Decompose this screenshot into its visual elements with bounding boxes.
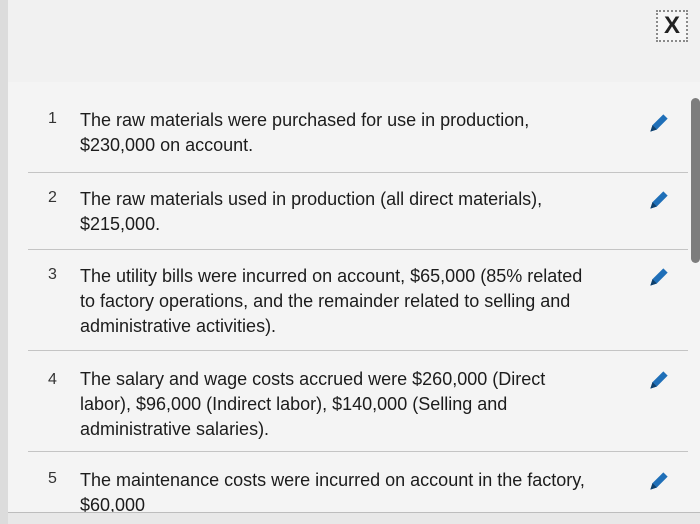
list-item: 2 The raw materials used in production (… bbox=[28, 173, 688, 250]
pencil-icon[interactable] bbox=[646, 110, 672, 136]
item-text: The maintenance costs were incurred on a… bbox=[80, 470, 585, 512]
bottom-strip bbox=[8, 512, 700, 524]
pencil-icon[interactable] bbox=[646, 468, 672, 494]
item-number: 1 bbox=[48, 110, 57, 127]
item-number: 5 bbox=[48, 470, 57, 487]
pencil-icon[interactable] bbox=[646, 264, 672, 290]
close-button[interactable]: X bbox=[656, 10, 688, 42]
item-number: 4 bbox=[48, 371, 57, 388]
list-item: 5 The maintenance costs were incurred on… bbox=[28, 452, 688, 512]
item-number: 2 bbox=[48, 189, 57, 206]
pencil-icon[interactable] bbox=[646, 367, 672, 393]
item-text: The salary and wage costs accrued were $… bbox=[80, 369, 546, 439]
list-item: 1 The raw materials were purchased for u… bbox=[28, 98, 688, 173]
pencil-icon[interactable] bbox=[646, 187, 672, 213]
scrollbar-thumb[interactable] bbox=[691, 98, 700, 263]
top-bar: X bbox=[8, 0, 700, 82]
item-text: The raw materials were purchased for use… bbox=[80, 110, 530, 155]
list-item: 4 The salary and wage costs accrued were… bbox=[28, 351, 688, 452]
item-text: The utility bills were incurred on accou… bbox=[80, 266, 583, 336]
transaction-list-panel: X 1 The raw materials were purchased for… bbox=[8, 0, 700, 524]
item-number: 3 bbox=[48, 266, 57, 283]
close-icon: X bbox=[663, 12, 680, 39]
item-text: The raw materials used in production (al… bbox=[80, 189, 543, 234]
list-item: 3 The utility bills were incurred on acc… bbox=[28, 250, 688, 351]
